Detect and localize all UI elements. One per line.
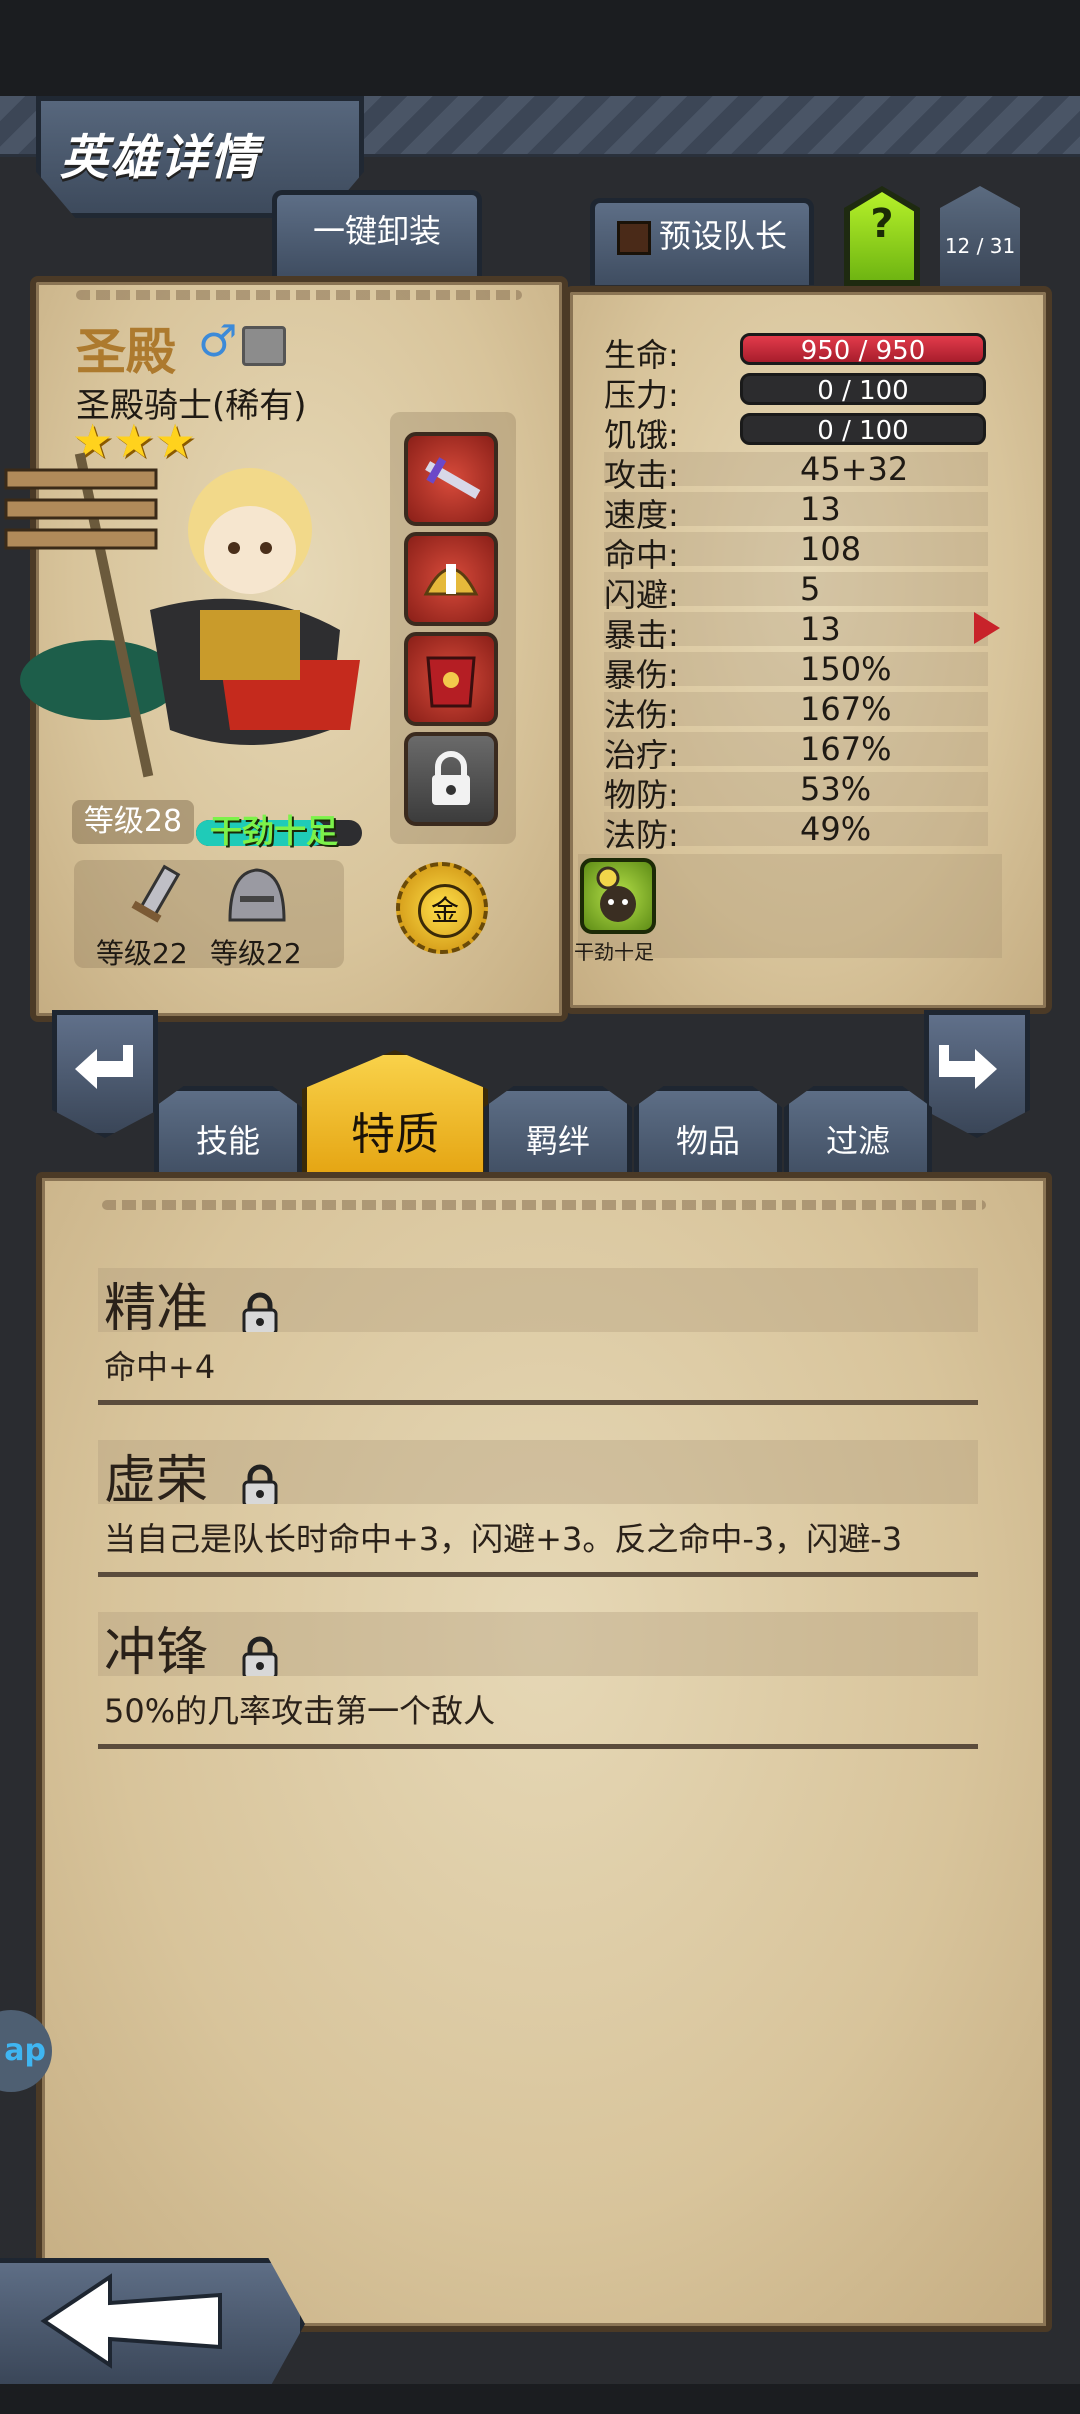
lock-icon [242, 1464, 278, 1504]
tab-skills[interactable]: 技能 [154, 1086, 302, 1183]
lock-icon [432, 751, 470, 805]
tab-label: 特质 [351, 1109, 439, 1160]
stat-value: 108 [800, 530, 862, 568]
divider [98, 1572, 978, 1577]
trait-item[interactable]: 冲锋 [104, 1610, 279, 1685]
stat-label: 法防: [604, 816, 679, 854]
lock-icon [242, 1636, 278, 1676]
floating-assist-label: ap [4, 2033, 46, 2068]
trait-description: 当自己是队长时命中+3，闪避+3。反之命中-3，闪避-3 [104, 1520, 903, 1558]
tab-filter[interactable]: 过滤 [784, 1086, 932, 1183]
trait-item[interactable]: 精准 [104, 1266, 279, 1341]
stat-row: 暴击: 13 [604, 610, 988, 654]
stat-value: 150% [800, 650, 892, 688]
armor-icon [426, 656, 476, 708]
trait-description: 50%的几率攻击第一个敌人 [104, 1692, 496, 1730]
stat-value: 13 [800, 610, 841, 648]
bottom-nav-area [0, 2384, 1080, 2414]
happy-face-icon [596, 866, 636, 922]
mood-badge-label: 干劲十足 [574, 940, 654, 964]
stat-row: 攻击: 45+32 [604, 450, 988, 494]
hero-count: 12 / 31 [944, 234, 1016, 258]
help-button[interactable]: ? [850, 192, 914, 280]
hp-bar: 950 / 950 [740, 333, 986, 366]
stat-row: 法伤: 167% [604, 690, 988, 734]
decorative-border [76, 290, 522, 300]
stat-row: 法防: 49% [604, 810, 988, 854]
armor-level: 等级22 [210, 937, 302, 970]
help-button-frame[interactable]: ? [844, 186, 920, 286]
sword-icon [425, 457, 481, 499]
helmet-slot[interactable] [404, 532, 498, 626]
page-title: 英雄详情 [60, 130, 261, 186]
male-gender-icon: ♂ [198, 316, 238, 367]
hero-count-badge: 12 / 31 [940, 186, 1020, 286]
tab-label: 物品 [675, 1122, 740, 1160]
preset-leader-button[interactable]: 预设队长 [590, 198, 814, 285]
weapon-level: 等级22 [96, 937, 188, 970]
lock-icon [242, 1292, 278, 1332]
tab-bonds[interactable]: 羁绊 [484, 1086, 632, 1183]
gold-rank-label: 金 [418, 884, 472, 938]
stat-value: 13 [800, 490, 841, 528]
locked-slot[interactable] [404, 732, 498, 826]
tab-items[interactable]: 物品 [634, 1086, 782, 1183]
hero-level: 等级28 [72, 800, 194, 844]
prev-hero-button[interactable] [52, 1010, 158, 1138]
stat-row: 物防: 53% [604, 770, 988, 814]
stat-value: 49% [800, 810, 872, 848]
hero-portrait[interactable] [0, 430, 380, 810]
decorative-border [102, 1200, 986, 1210]
mood-badge-icon[interactable] [580, 858, 656, 934]
weapon-type-icon [131, 864, 181, 923]
stat-row: 生命: 950 / 950 [604, 330, 988, 374]
stat-value: 5 [800, 570, 821, 608]
trait-item[interactable]: 虚荣 [104, 1438, 279, 1513]
trait-description: 命中+4 [104, 1348, 216, 1386]
tab-label: 技能 [195, 1122, 260, 1160]
preset-leader-checkbox[interactable] [616, 221, 651, 255]
stat-row: 暴伤: 150% [604, 650, 988, 694]
weapon-slot[interactable] [404, 432, 498, 526]
armor-type-icon [228, 868, 286, 922]
helmet-icon [423, 564, 479, 596]
arrow-left-icon [75, 1045, 133, 1089]
arrow-left-icon [40, 2273, 222, 2369]
next-hero-button[interactable] [924, 1010, 1030, 1138]
stress-bar: 0 / 100 [740, 373, 986, 406]
rename-edit-icon[interactable] [242, 326, 286, 366]
divider [98, 1400, 978, 1405]
stat-row: 压力: 0 / 100 [604, 370, 988, 414]
mood-status: 干劲十足 [210, 812, 339, 850]
tab-traits[interactable]: 特质 [302, 1050, 488, 1190]
trait-name: 冲锋 [104, 1623, 209, 1683]
back-button[interactable] [0, 2258, 305, 2390]
trait-name: 虚荣 [104, 1451, 209, 1511]
stat-value: 167% [800, 690, 892, 728]
hunger-bar: 0 / 100 [740, 413, 986, 446]
expand-stats-arrow-icon[interactable] [970, 610, 1004, 646]
stat-value: 167% [800, 730, 892, 768]
tab-label: 羁绊 [525, 1122, 590, 1160]
tab-label: 过滤 [825, 1122, 890, 1160]
armor-slot[interactable] [404, 632, 498, 726]
stat-value: 45+32 [800, 450, 909, 488]
divider [98, 1744, 978, 1749]
trait-name: 精准 [104, 1279, 209, 1339]
stat-row: 速度: 13 [604, 490, 988, 534]
unequip-all-label: 一键卸装 [312, 212, 441, 250]
stat-row: 治疗: 167% [604, 730, 988, 774]
stat-row: 饥饿: 0 / 100 [604, 410, 988, 454]
hero-name: 圣殿 [76, 323, 176, 381]
stat-row: 命中: 108 [604, 530, 988, 574]
gold-rank-badge[interactable]: 金 [396, 862, 488, 954]
unequip-all-button[interactable]: 一键卸装 [272, 190, 482, 277]
arrow-right-icon [939, 1045, 997, 1089]
stat-row: 闪避: 5 [604, 570, 988, 614]
stat-value: 53% [800, 770, 872, 808]
preset-leader-label: 预设队长 [658, 217, 787, 255]
status-bar-area [0, 0, 1080, 96]
